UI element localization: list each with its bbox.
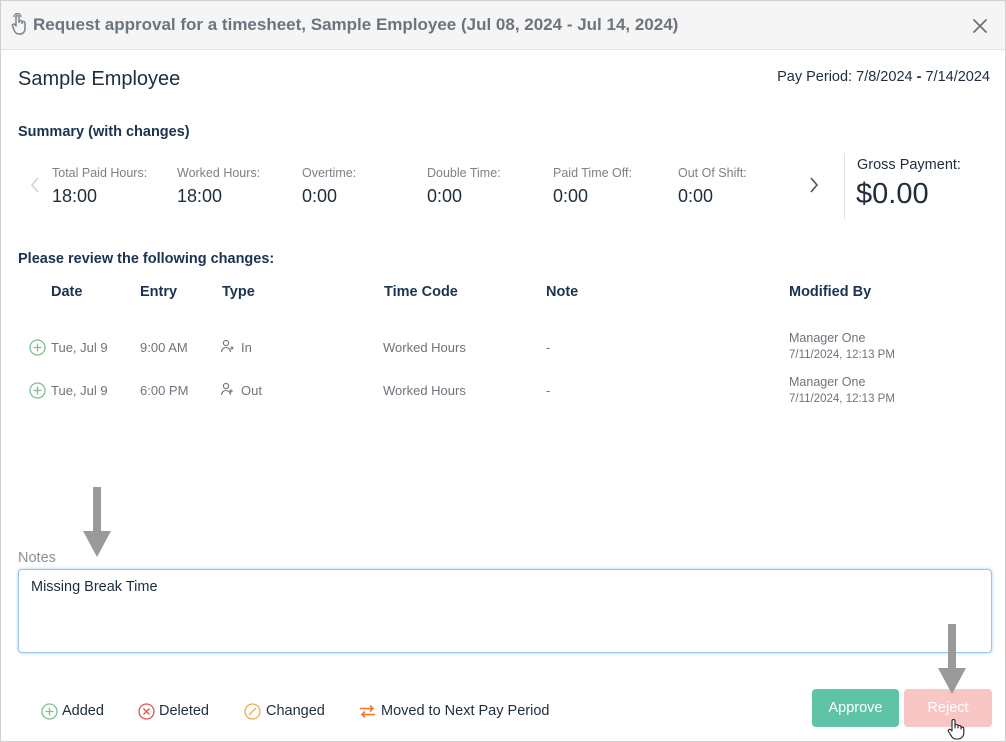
pay-period-start: 7/8/2024 xyxy=(856,69,913,85)
metric-value: 18:00 xyxy=(177,186,223,206)
modified-by-date: 7/11/2024, 12:13 PM xyxy=(789,393,895,405)
notes-input[interactable] xyxy=(18,569,992,653)
column-header-note: Note xyxy=(546,284,579,300)
metric-label: Overtime: xyxy=(302,166,357,180)
summary-divider xyxy=(844,153,845,219)
row-entry: 6:00 PM xyxy=(140,383,189,398)
metric-overtime: Overtime: 0:00 xyxy=(302,166,356,207)
touch-hand-icon xyxy=(11,13,26,35)
row-type: Out xyxy=(241,383,262,398)
row-time-code: Worked Hours xyxy=(383,383,466,398)
row-type: In xyxy=(241,340,252,355)
dialog-header: Request approval for a timesheet, Sample… xyxy=(1,1,1005,50)
metric-label: Double Time: xyxy=(427,166,501,180)
person-in-icon xyxy=(220,339,234,353)
employee-name: Sample Employee xyxy=(18,68,181,90)
approve-button[interactable]: Approve xyxy=(812,689,899,727)
notes-label: Notes xyxy=(18,550,56,566)
approval-dialog: Request approval for a timesheet, Sample… xyxy=(0,0,1006,742)
arrow-down-icon xyxy=(938,624,966,694)
pay-period-label: Pay Period: xyxy=(777,69,853,85)
metric-value: 0:00 xyxy=(678,186,714,206)
changed-icon xyxy=(244,703,261,720)
metric-value: 0:00 xyxy=(427,186,463,206)
hand-cursor-icon xyxy=(947,719,965,740)
pay-period: Pay Period: 7/8/2024 - 7/14/2024 xyxy=(777,69,990,85)
column-header-type: Type xyxy=(222,284,255,300)
legend-deleted: Deleted xyxy=(159,703,209,719)
column-header-modified-by: Modified By xyxy=(789,284,872,300)
metric-out-of-shift: Out Of Shift: 0:00 xyxy=(678,166,747,207)
row-note: - xyxy=(546,340,551,355)
added-icon xyxy=(41,703,58,720)
added-icon xyxy=(29,339,46,356)
chevron-left-icon[interactable] xyxy=(28,175,42,195)
legend-changed: Changed xyxy=(266,703,325,719)
person-out-icon xyxy=(220,382,233,396)
summary-title: Summary (with changes) xyxy=(18,124,190,140)
row-modified-by: Manager One 7/11/2024, 12:13 PM xyxy=(789,375,895,405)
added-icon xyxy=(29,382,46,399)
pay-period-end: 7/14/2024 xyxy=(925,69,990,85)
column-header-entry: Entry xyxy=(140,284,178,300)
metric-value: 0:00 xyxy=(302,186,338,206)
dialog-title: Request approval for a timesheet, Sample… xyxy=(33,15,679,34)
row-date: Tue, Jul 9 xyxy=(51,340,108,355)
modified-by-name: Manager One xyxy=(789,375,866,389)
metric-label: Total Paid Hours: xyxy=(52,166,148,180)
gross-payment-label: Gross Payment: xyxy=(857,157,961,173)
changes-title: Please review the following changes: xyxy=(18,251,275,267)
arrow-down-icon xyxy=(83,487,111,557)
metric-label: Out Of Shift: xyxy=(678,166,747,180)
pay-period-separator: - xyxy=(916,69,922,85)
deleted-icon xyxy=(138,703,155,720)
swap-arrows-icon xyxy=(360,704,375,719)
metric-worked-hours: Worked Hours: 18:00 xyxy=(177,166,260,207)
metric-label: Paid Time Off: xyxy=(553,166,632,180)
row-date: Tue, Jul 9 xyxy=(51,383,108,398)
column-header-date: Date xyxy=(51,284,83,300)
metric-label: Worked Hours: xyxy=(177,166,261,180)
column-header-time-code: Time Code xyxy=(384,284,458,300)
gross-payment-value: $0.00 xyxy=(856,178,929,210)
metric-value: 18:00 xyxy=(52,186,98,206)
modified-by-name: Manager One xyxy=(789,331,866,345)
metric-paid-time-off: Paid Time Off: 0:00 xyxy=(553,166,632,207)
legend-added: Added xyxy=(62,703,104,719)
modified-by-date: 7/11/2024, 12:13 PM xyxy=(789,349,895,361)
metric-double-time: Double Time: 0:00 xyxy=(427,166,501,207)
row-note: - xyxy=(546,383,551,398)
legend-moved: Moved to Next Pay Period xyxy=(381,703,550,719)
chevron-right-icon[interactable] xyxy=(807,175,821,195)
row-entry: 9:00 AM xyxy=(140,340,188,355)
metric-total-paid-hours: Total Paid Hours: 18:00 xyxy=(52,166,147,207)
metric-value: 0:00 xyxy=(553,186,589,206)
row-modified-by: Manager One 7/11/2024, 12:13 PM xyxy=(789,331,895,361)
close-icon[interactable] xyxy=(969,15,991,37)
row-time-code: Worked Hours xyxy=(383,340,466,355)
